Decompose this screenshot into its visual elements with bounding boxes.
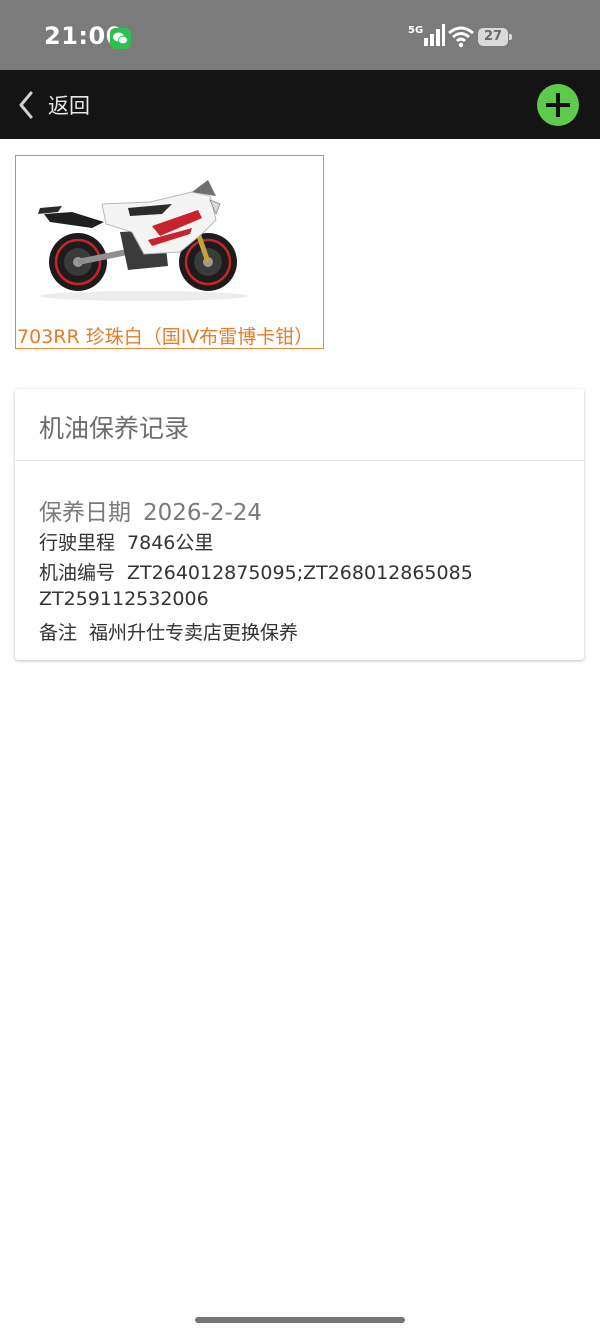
service-date-row: 保养日期 2026-2-24 xyxy=(39,493,262,527)
signal-icon xyxy=(424,24,445,46)
home-indicator[interactable] xyxy=(195,1317,405,1323)
chevron-left-icon xyxy=(19,91,33,119)
service-date-value: 2026-2-24 xyxy=(143,500,263,526)
motorcycle-name: 703RR 珍珠白（国IV布雷博卡钳） xyxy=(17,326,314,348)
battery-tip xyxy=(509,34,512,40)
back-button[interactable]: 返回 xyxy=(18,90,90,120)
oil-number-row: 机油编号 ZT264012875095;ZT268012865085 xyxy=(39,558,473,585)
battery-icon: 27 xyxy=(478,28,508,46)
oil-number-value-line2: ZT259112532006 xyxy=(39,588,209,610)
plus-icon xyxy=(546,93,570,117)
status-bar: 21:00 5G 27 xyxy=(0,0,600,70)
mileage-row: 行驶里程 7846公里 xyxy=(39,528,213,555)
maintenance-record-card[interactable]: 机油保养记录 保养日期 2026-2-24 行驶里程 7846公里 机油编号 ZT26… xyxy=(15,389,584,660)
back-label: 返回 xyxy=(48,94,90,118)
add-record-button[interactable] xyxy=(537,84,579,126)
record-title: 机油保养记录 xyxy=(39,414,190,443)
motorcycle-card[interactable]: 703RR 珍珠白（国IV布雷博卡钳） xyxy=(15,155,324,349)
note-value: 福州升仕专卖店更换保养 xyxy=(89,622,299,644)
mileage-value: 7846公里 xyxy=(127,532,214,554)
oil-number-value: ZT264012875095;ZT268012865085 xyxy=(127,562,473,584)
record-divider xyxy=(15,460,584,461)
nav-bar: 返回 xyxy=(0,70,600,139)
service-date-label: 保养日期 xyxy=(39,500,131,526)
wechat-icon xyxy=(110,28,131,49)
oil-number-label: 机油编号 xyxy=(39,562,116,584)
oil-number-continued: ZT259112532006 xyxy=(39,588,209,610)
mileage-label: 行驶里程 xyxy=(39,532,116,554)
wifi-icon xyxy=(448,26,474,48)
motorcycle-image xyxy=(38,180,248,301)
note-label: 备注 xyxy=(39,622,78,644)
note-row: 备注 福州升仕专卖店更换保养 xyxy=(39,618,298,645)
